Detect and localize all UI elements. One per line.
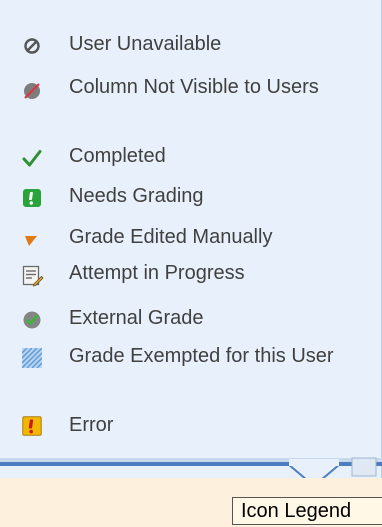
legend-item-completed: Completed bbox=[0, 144, 360, 170]
attempt-in-progress-icon bbox=[22, 265, 44, 287]
external-grade-icon bbox=[22, 310, 42, 330]
icon-legend-panel: User Unavailable Column Not Visible to U… bbox=[0, 0, 382, 478]
icon-legend-button[interactable]: Icon Legend bbox=[232, 497, 382, 525]
legend-item-grade-edited: Grade Edited Manually bbox=[0, 225, 360, 251]
legend-item-label: Column Not Visible to Users bbox=[69, 76, 319, 98]
legend-item-needs-grading: Needs Grading bbox=[0, 184, 360, 210]
legend-item-label: Error bbox=[69, 414, 114, 436]
legend-item-label: External Grade bbox=[69, 307, 204, 329]
legend-item-error: Error bbox=[0, 413, 360, 439]
grade-exempted-icon bbox=[22, 348, 42, 368]
column-not-visible-icon bbox=[22, 81, 42, 101]
legend-item-label: Needs Grading bbox=[69, 185, 204, 207]
legend-item-column-not-visible: Column Not Visible to Users bbox=[0, 75, 360, 127]
legend-item-external-grade: External Grade bbox=[0, 306, 360, 332]
legend-panel-bottom-edge bbox=[0, 457, 382, 478]
needs-grading-icon bbox=[22, 188, 42, 208]
legend-item-label: Attempt in Progress bbox=[69, 262, 245, 284]
user-unavailable-icon bbox=[22, 36, 42, 56]
legend-item-label: Completed bbox=[69, 145, 166, 167]
checkmark-icon bbox=[22, 148, 42, 168]
error-icon bbox=[22, 416, 42, 436]
legend-item-label: Grade Edited Manually bbox=[69, 226, 273, 248]
legend-item-grade-exempted: Grade Exempted for this User bbox=[0, 344, 360, 396]
legend-item-user-unavailable: User Unavailable bbox=[0, 32, 360, 58]
legend-item-label: Grade Exempted for this User bbox=[69, 345, 334, 367]
grade-edited-icon bbox=[22, 229, 42, 249]
legend-item-label: User Unavailable bbox=[69, 33, 222, 55]
legend-item-attempt-in-progress: Attempt in Progress bbox=[0, 261, 360, 287]
